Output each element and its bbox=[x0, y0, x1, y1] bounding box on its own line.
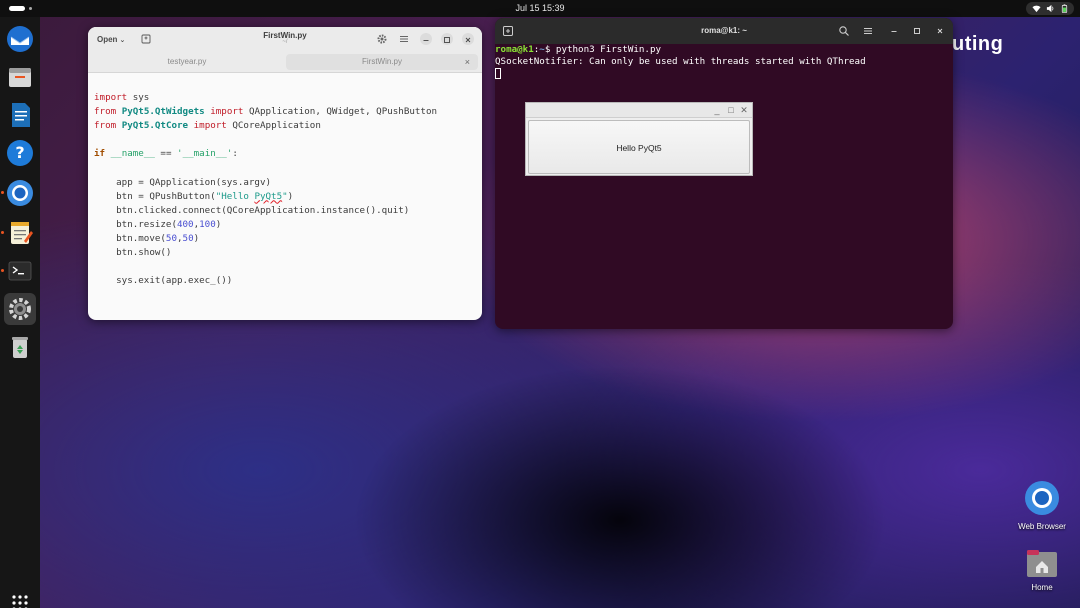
minimize-icon bbox=[423, 40, 429, 41]
chromium-icon bbox=[1025, 481, 1059, 515]
trash-icon bbox=[12, 337, 28, 358]
search-button[interactable] bbox=[837, 24, 851, 38]
wifi-icon bbox=[1032, 5, 1041, 13]
show-apps-icon[interactable] bbox=[11, 594, 29, 608]
document-icon bbox=[12, 103, 30, 127]
code-line: btn.resize(400,100) bbox=[94, 218, 222, 230]
help-launcher[interactable]: ? bbox=[4, 137, 36, 169]
volume-icon bbox=[1046, 4, 1054, 13]
window-title: roma@k1: ~ bbox=[701, 26, 747, 35]
thunderbird-launcher[interactable] bbox=[4, 23, 36, 55]
hello-pyqt5-button[interactable]: Hello PyQt5 bbox=[528, 120, 750, 174]
close-button[interactable] bbox=[462, 33, 474, 45]
code-line: app = QApplication(sys.argv) bbox=[94, 176, 272, 188]
text-cursor bbox=[495, 68, 501, 79]
code-editor[interactable]: import sys from PyQt5.QtWidgets import QA… bbox=[94, 91, 478, 288]
text-editor-launcher[interactable] bbox=[4, 217, 36, 249]
maximize-icon bbox=[444, 37, 450, 43]
close-icon bbox=[465, 37, 471, 43]
writer-launcher[interactable] bbox=[4, 99, 36, 131]
code-line: sys.exit(app.exec_()) bbox=[94, 275, 233, 287]
desktop-icon-web-browser[interactable]: Web Browser bbox=[1016, 480, 1068, 531]
gear-icon[interactable] bbox=[376, 33, 388, 45]
files-launcher[interactable] bbox=[4, 61, 36, 93]
tab-bar: testyear.py FirstWin.py × bbox=[88, 51, 482, 73]
maximize-button[interactable] bbox=[912, 26, 922, 36]
svg-text:?: ? bbox=[15, 143, 24, 162]
trash-launcher[interactable] bbox=[4, 331, 36, 363]
terminal-output[interactable]: roma@k1:~$ python3 FirstWin.py QSocketNot… bbox=[495, 44, 953, 80]
terminal-line: QSocketNotifier: Can only be used with t… bbox=[495, 56, 866, 67]
code-line: btn.show() bbox=[94, 247, 172, 259]
desktop-icon-label: Home bbox=[1031, 583, 1053, 592]
settings-launcher[interactable] bbox=[4, 293, 36, 325]
gear-icon bbox=[9, 298, 31, 320]
text-editor-window: Open ⌄ FirstWin.py ~/ testyear.py FirstWi… bbox=[88, 27, 482, 320]
text-editor-icon bbox=[11, 222, 33, 244]
close-icon bbox=[937, 28, 943, 34]
desktop-icon-home[interactable]: Home bbox=[1016, 548, 1068, 592]
tab-testyear[interactable]: testyear.py bbox=[92, 54, 282, 70]
close-button[interactable] bbox=[935, 26, 945, 36]
wallpaper-wordmark: uting bbox=[952, 33, 1004, 55]
qt-minimize-icon[interactable]: _ bbox=[712, 105, 722, 115]
terminal-headerbar: roma@k1: ~ bbox=[495, 18, 953, 44]
home-folder-icon bbox=[1027, 550, 1057, 577]
minimize-button[interactable] bbox=[889, 26, 899, 36]
code-line: btn.move(50,50) bbox=[94, 232, 200, 244]
system-tray[interactable] bbox=[1026, 2, 1074, 15]
clock[interactable]: Jul 15 15:39 bbox=[0, 3, 1080, 13]
tab-label: testyear.py bbox=[167, 57, 207, 66]
files-icon bbox=[9, 68, 31, 87]
tab-label: FirstWin.py bbox=[362, 57, 402, 66]
chromium-launcher[interactable] bbox=[4, 177, 36, 209]
maximize-button[interactable] bbox=[441, 33, 453, 45]
help-icon: ? bbox=[7, 140, 33, 166]
minimize-button[interactable] bbox=[420, 33, 432, 45]
tab-firstwin[interactable]: FirstWin.py × bbox=[286, 54, 478, 70]
top-bar: Jul 15 15:39 bbox=[0, 0, 1080, 17]
menu-button[interactable] bbox=[861, 24, 875, 38]
code-line: from PyQt5.QtCore import QCoreApplicatio… bbox=[94, 120, 321, 132]
search-icon bbox=[839, 26, 849, 36]
tab-close-icon[interactable]: × bbox=[465, 54, 470, 70]
qt-maximize-icon[interactable]: □ bbox=[726, 105, 736, 115]
thunderbird-icon bbox=[7, 26, 33, 52]
terminal-icon bbox=[8, 261, 32, 281]
maximize-icon bbox=[914, 28, 920, 34]
chromium-icon bbox=[7, 180, 33, 206]
code-line: import sys bbox=[94, 92, 150, 103]
editor-headerbar: Open ⌄ FirstWin.py ~/ bbox=[88, 27, 482, 51]
code-line: btn = QPushButton("Hello PyQt5") bbox=[94, 190, 294, 202]
code-line: if __name__ == '__main__': bbox=[94, 148, 238, 160]
menu-icon[interactable] bbox=[398, 33, 410, 45]
code-line: btn.clicked.connect(QCoreApplication.ins… bbox=[94, 204, 410, 216]
terminal-launcher[interactable] bbox=[4, 255, 36, 287]
dock: ? bbox=[0, 17, 40, 608]
desktop-icon-label: Web Browser bbox=[1018, 522, 1066, 531]
qt-titlebar: _ □ ✕ bbox=[526, 103, 752, 118]
pyqt-window: _ □ ✕ Hello PyQt5 bbox=[525, 102, 753, 176]
battery-icon bbox=[1061, 4, 1068, 13]
terminal-line: roma@k1:~$ python3 FirstWin.py bbox=[495, 44, 662, 55]
qt-close-icon[interactable]: ✕ bbox=[739, 105, 749, 115]
menu-icon bbox=[864, 28, 872, 34]
terminal-line bbox=[495, 68, 953, 80]
minimize-icon bbox=[891, 31, 897, 32]
code-line: from PyQt5.QtWidgets import QApplication… bbox=[94, 106, 438, 118]
